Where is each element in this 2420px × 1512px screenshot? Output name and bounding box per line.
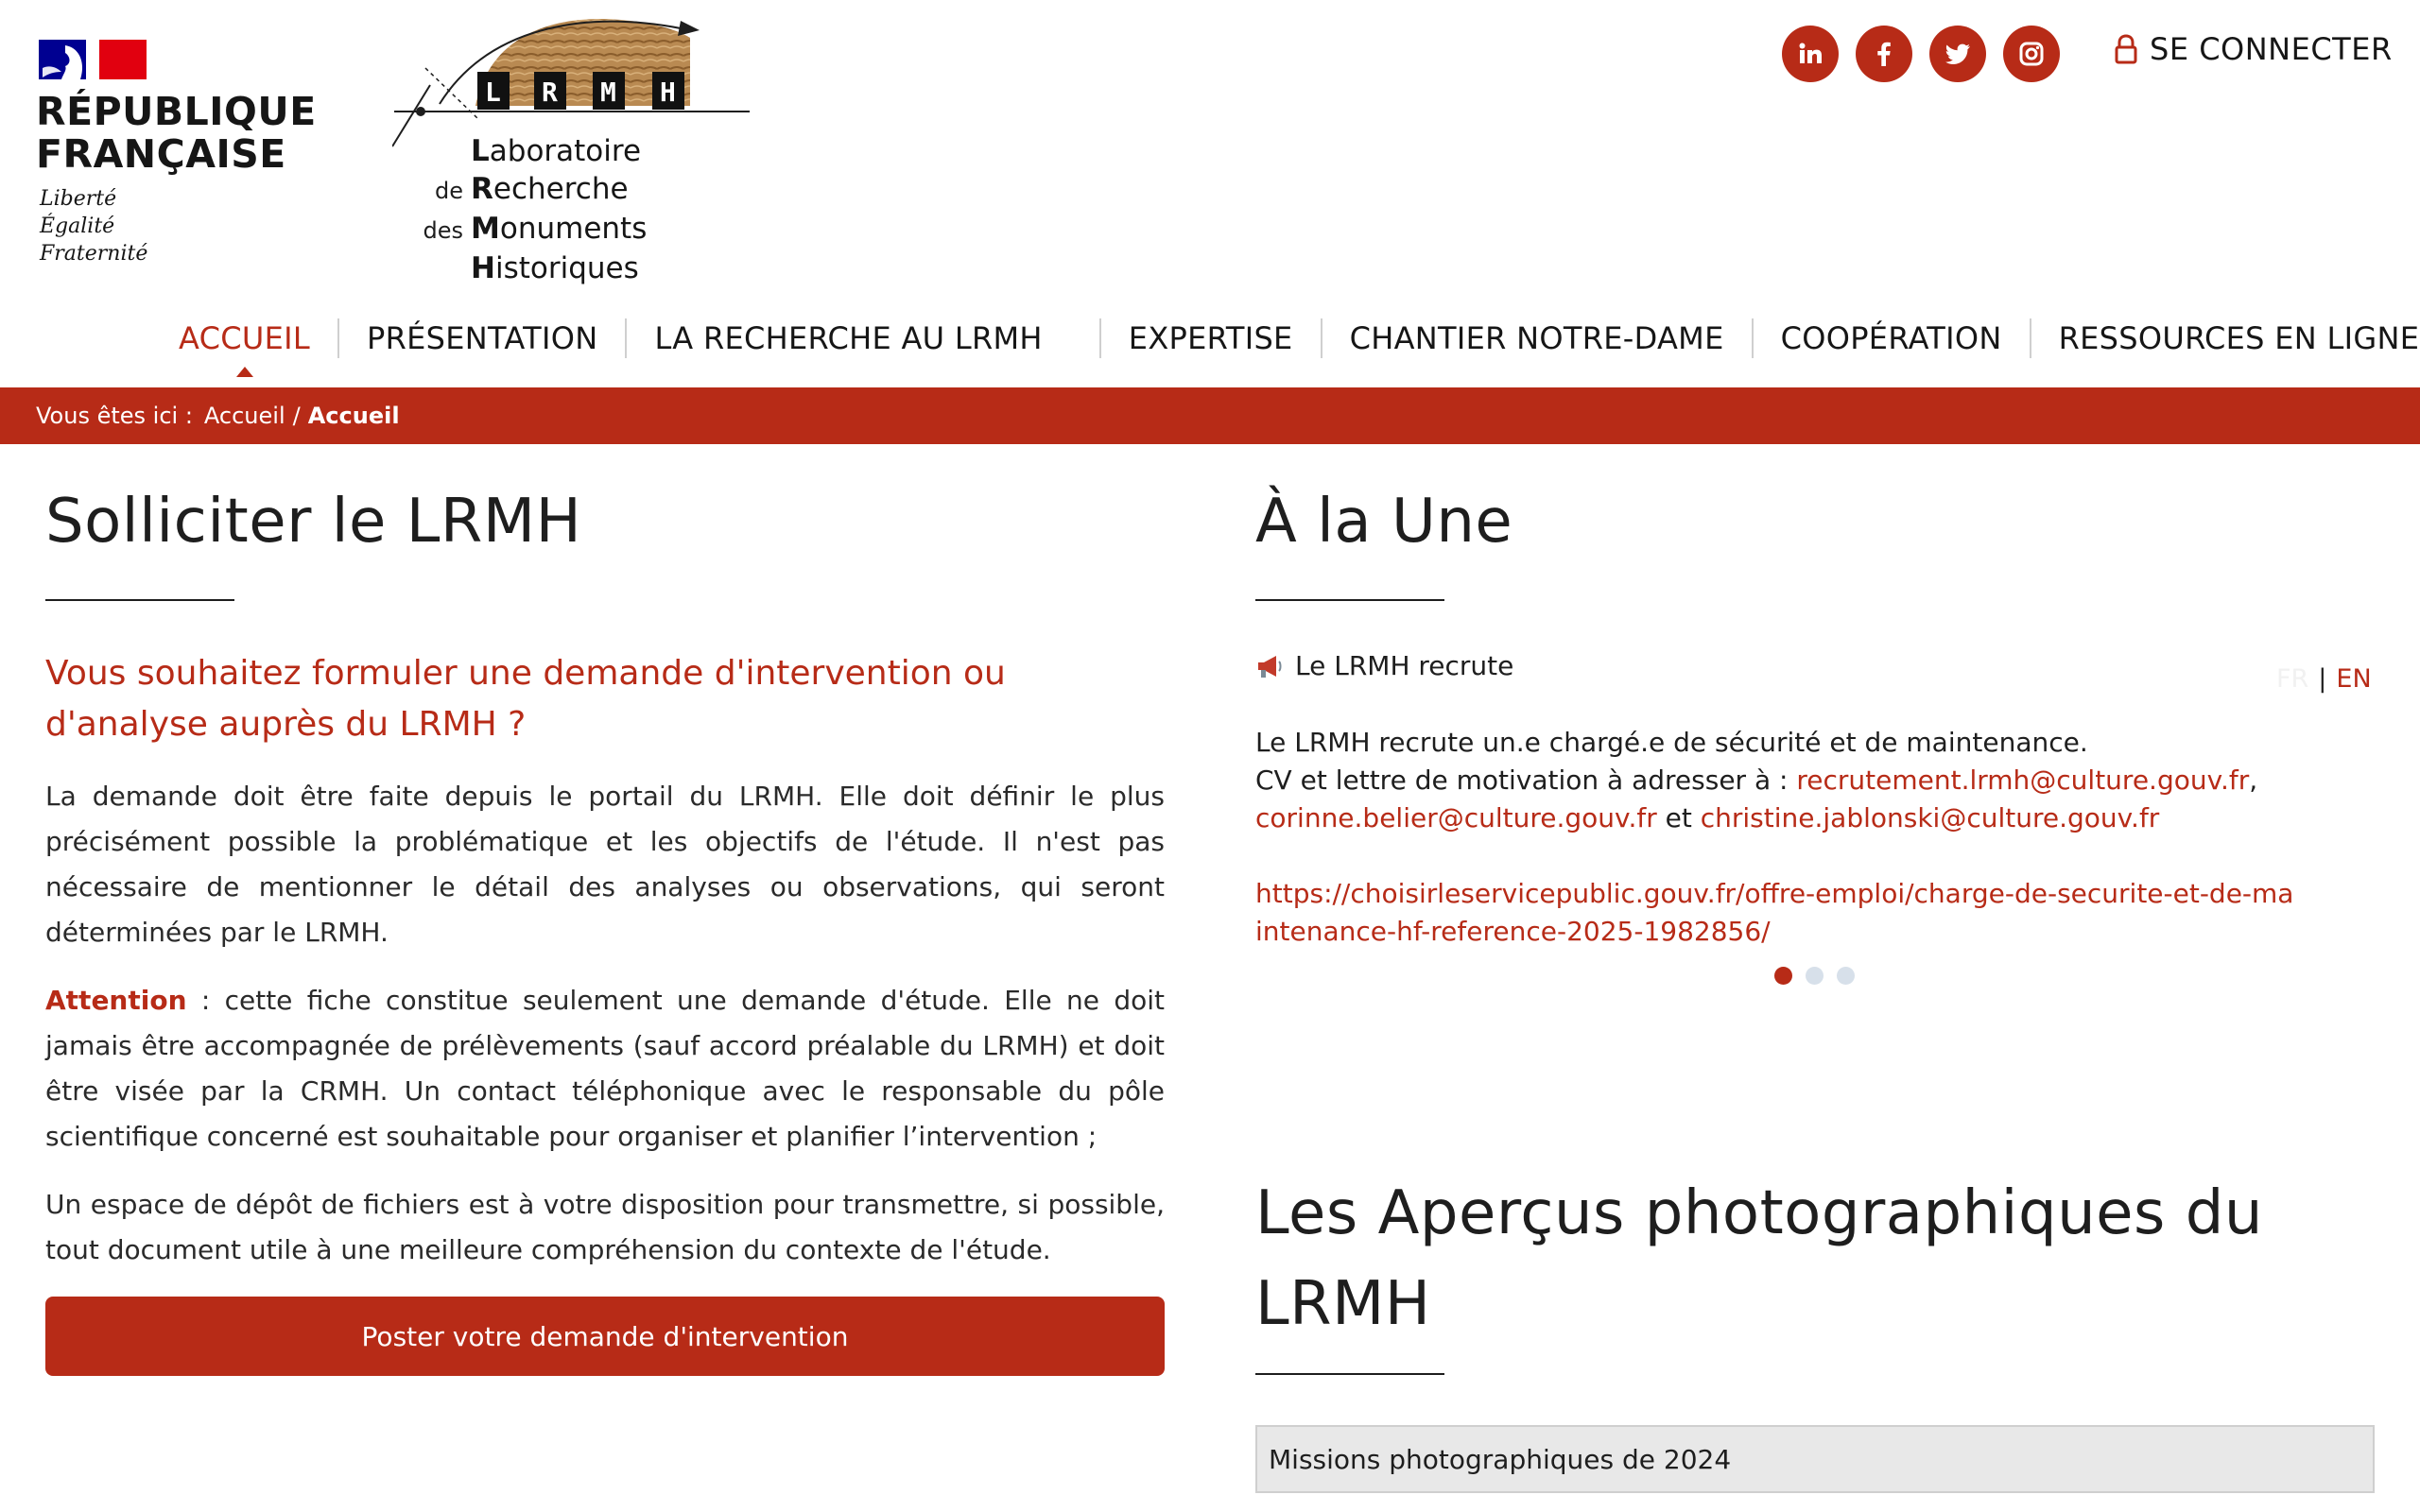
francaise-line: FRANÇAISE — [36, 131, 286, 177]
a-la-une-title: À la Une — [1255, 487, 1513, 557]
lrmh-name-line-2: de Recherche — [435, 172, 629, 206]
nav-expertise[interactable]: EXPERTISE — [1101, 320, 1321, 356]
nav-presentation[interactable]: PRÉSENTATION — [339, 320, 625, 356]
apercus-photographiques-title: Les Aperçus photographiques du LRMH — [1255, 1178, 2263, 1339]
lock-icon — [2115, 34, 2137, 64]
instagram-icon — [2019, 42, 2044, 66]
news-line-3: corinne.belier@culture.gouv.fr et christ… — [1255, 802, 2160, 833]
attention-label: Attention — [45, 985, 187, 1016]
breadcrumb-label: Vous êtes ici : — [36, 403, 193, 429]
nav-accueil[interactable]: ACCUEIL — [151, 320, 337, 377]
depot-paragraph: Un espace de dépôt de fichiers est à vot… — [45, 1189, 1165, 1265]
intervention-question: Vous souhaitez formuler une demande d'in… — [45, 654, 1006, 744]
carousel-dot-3[interactable] — [1837, 967, 1855, 985]
login-button[interactable]: SE CONNECTER — [2114, 31, 2393, 67]
carousel-dot-2[interactable] — [1806, 967, 1824, 985]
logo-letter-h: H — [660, 77, 676, 108]
title-underline — [1255, 1373, 1444, 1375]
motto-egalite: Égalité — [40, 215, 115, 238]
nav-ressources-en-ligne[interactable]: RESSOURCES EN LIGNE — [2031, 320, 2420, 356]
carousel-dots — [1774, 967, 1855, 985]
job-offer-link[interactable]: https://choisirleservicepublic.gouv.fr/o… — [1255, 875, 2295, 951]
attention-paragraph: Attention : cette fiche constitue seulem… — [45, 978, 1165, 1160]
arc-arrow-icon — [678, 21, 700, 36]
solliciter-title: Solliciter le LRMH — [45, 487, 582, 557]
news-heading: Le LRMH recrute — [1255, 650, 1513, 681]
breadcrumb: Vous êtes ici : Accueil / Accueil — [0, 387, 2420, 444]
demande-paragraph: La demande doit être faite depuis le por… — [45, 781, 1165, 948]
news-title: Le LRMH recrute — [1295, 650, 1514, 681]
marianne-profile-icon — [43, 45, 82, 79]
title-underline — [1255, 599, 1444, 601]
lang-fr-link[interactable]: FR — [2276, 664, 2308, 694]
motto-liberte: Liberté — [40, 187, 117, 211]
motto-fraternite: Fraternité — [40, 242, 148, 266]
nav-chantier-notre-dame[interactable]: CHANTIER NOTRE-DAME — [1322, 320, 1752, 356]
marianne-white-band — [86, 40, 99, 79]
email-jablonski-link[interactable]: christine.jablonski@culture.gouv.fr — [1701, 802, 2160, 833]
logo-point — [416, 107, 425, 116]
email-recrutement-link[interactable]: recrutement.lrmh@culture.gouv.fr — [1796, 765, 2249, 796]
logo-letter-r: R — [542, 77, 558, 108]
news-line-1: Le LRMH recrute un.e chargé.e de sécurit… — [1255, 727, 2088, 758]
marianne-red-band — [99, 40, 147, 79]
login-label: SE CONNECTER — [2150, 31, 2393, 67]
lrmh-name-line-1: Laboratoire — [471, 134, 642, 168]
missions-photo-item[interactable]: Missions photographiques de 2024 — [1255, 1425, 2375, 1493]
lrmh-name-line-4: Historiques — [471, 251, 639, 285]
marianne-blue-band — [39, 40, 86, 79]
lang-separator: | — [2318, 664, 2327, 694]
title-underline — [45, 599, 234, 601]
news-line-2: CV et lettre de motivation à adresser à … — [1255, 765, 2258, 796]
news-body: Le LRMH recrute un.e chargé.e de sécurit… — [1255, 724, 2286, 837]
republic-motto: Liberté Égalité Fraternité — [40, 185, 147, 267]
facebook-link[interactable] — [1856, 26, 1912, 82]
breadcrumb-separator: / — [292, 403, 301, 429]
nav-recherche[interactable]: LA RECHERCHE AU LRMH — [627, 320, 1098, 356]
breadcrumb-home-link[interactable]: Accueil — [204, 403, 285, 429]
main-navigation: ACCUEIL PRÉSENTATION LA RECHERCHE AU LRM… — [151, 312, 2420, 377]
carousel-dot-1[interactable] — [1774, 967, 1792, 985]
marianne-logo[interactable] — [39, 40, 147, 79]
republique-line: RÉPUBLIQUE — [36, 89, 317, 134]
instagram-link[interactable] — [2003, 26, 2060, 82]
lang-en-link[interactable]: EN — [2336, 664, 2371, 694]
logo-letter-l: L — [485, 77, 501, 108]
lrmh-full-name: Laboratoire de Recherche des Monuments His… — [416, 132, 647, 287]
post-request-button[interactable]: Poster votre demande d'intervention — [45, 1297, 1165, 1376]
logo-letter-m: M — [600, 77, 616, 108]
facebook-icon — [1877, 42, 1891, 66]
republique-francaise-wordmark: RÉPUBLIQUE FRANÇAISE — [36, 91, 317, 176]
breadcrumb-current: Accueil — [307, 403, 400, 429]
linkedin-link[interactable] — [1782, 26, 1839, 82]
linkedin-icon — [1799, 43, 1822, 63]
twitter-icon — [1945, 43, 1970, 64]
twitter-link[interactable] — [1929, 26, 1986, 82]
nav-cooperation[interactable]: COOPÉRATION — [1754, 320, 2030, 356]
megaphone-icon — [1258, 655, 1282, 678]
social-links — [1782, 26, 2060, 82]
email-belier-link[interactable]: corinne.belier@culture.gouv.fr — [1255, 802, 1657, 833]
language-switcher: FR | EN — [2276, 664, 2372, 694]
attention-text: : cette fiche constitue seulement une de… — [45, 985, 1165, 1152]
lrmh-name-line-3: des Monuments — [423, 212, 648, 246]
